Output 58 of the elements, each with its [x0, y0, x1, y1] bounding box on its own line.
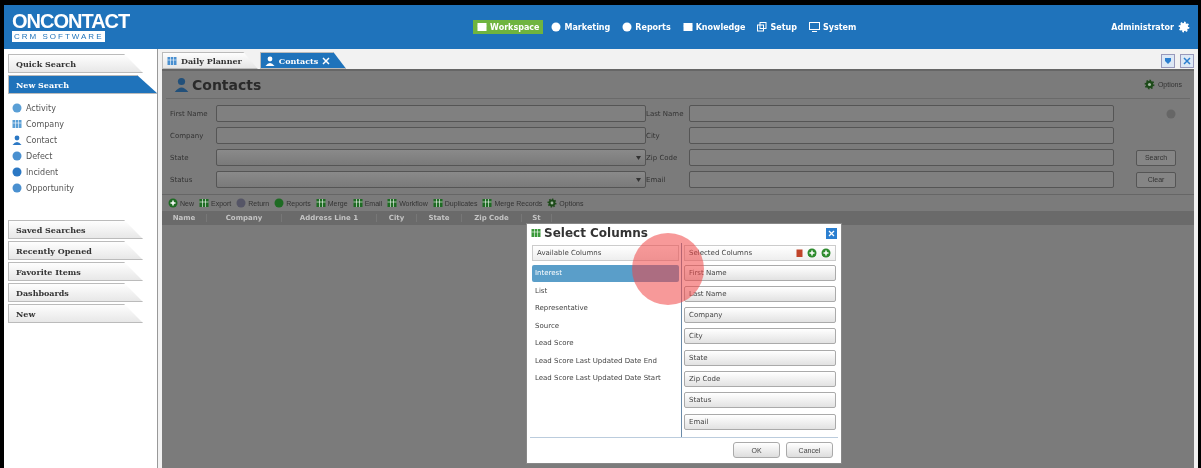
- input-field[interactable]: [689, 171, 1114, 188]
- close-icon: [828, 229, 835, 237]
- trash-icon[interactable]: [796, 248, 803, 258]
- close-button[interactable]: [1180, 53, 1194, 68]
- input-field[interactable]: [689, 105, 1114, 122]
- user-name[interactable]: Administrator: [1111, 22, 1174, 32]
- dropdown-field[interactable]: [216, 149, 646, 166]
- nav-item[interactable]: Knowledge: [678, 20, 750, 34]
- caret-icon: [636, 155, 641, 160]
- sidebar-section[interactable]: Saved Searches: [8, 220, 143, 239]
- sidebar-item[interactable]: Incident: [12, 164, 153, 180]
- close-icon[interactable]: [322, 56, 331, 65]
- nav-item[interactable]: Setup: [753, 20, 801, 34]
- logo-tagline: CRM SOFTWARE: [12, 31, 106, 42]
- sidebar-section[interactable]: Recently Opened: [8, 241, 143, 260]
- monitor-icon: [808, 22, 820, 32]
- add-icon: [168, 198, 178, 208]
- sidebar-item[interactable]: Contact: [12, 132, 153, 148]
- dialog-title: Select Columns: [544, 226, 648, 241]
- person-icon: [264, 55, 275, 66]
- person-icon: [12, 135, 22, 145]
- close-button[interactable]: [826, 227, 837, 239]
- settings-icon: [547, 198, 558, 208]
- sidebar-item[interactable]: Defect: [12, 148, 153, 164]
- tab[interactable]: Contacts: [259, 52, 347, 69]
- sidebar-item[interactable]: Opportunity: [12, 180, 153, 196]
- settings-icon: [1143, 79, 1155, 90]
- sidebar-item[interactable]: Company: [12, 116, 153, 132]
- settings-icon: [1178, 21, 1190, 33]
- tab[interactable]: Daily Planner: [162, 52, 258, 69]
- windows-icon: [757, 22, 768, 32]
- nav-item[interactable]: Reports: [618, 20, 675, 34]
- dropdown-field[interactable]: [216, 171, 646, 188]
- shield-icon: [1164, 56, 1172, 65]
- caret-icon: [636, 177, 641, 182]
- logo-name: ONCONTACT: [12, 12, 131, 31]
- person-icon: [174, 77, 189, 92]
- grid-icon: [199, 198, 209, 208]
- sidebar-section[interactable]: Dashboards: [8, 283, 143, 302]
- nav-item[interactable]: Workspace: [473, 20, 544, 34]
- columns-icon: [531, 228, 541, 239]
- sidebar-item[interactable]: Activity: [12, 100, 153, 116]
- sidebar-section[interactable]: New Search: [8, 75, 158, 94]
- minimize-button[interactable]: [1161, 53, 1175, 68]
- nav-item[interactable]: Marketing: [547, 20, 615, 34]
- input-field[interactable]: [689, 149, 1114, 166]
- sidebar-section[interactable]: Favorite Items: [8, 262, 143, 281]
- close-icon: [1183, 56, 1191, 65]
- input-field[interactable]: [216, 127, 646, 144]
- nav-item[interactable]: System: [804, 20, 861, 34]
- panel-title: Contacts: [192, 76, 262, 93]
- input-field[interactable]: [689, 127, 1114, 144]
- move-down-icon: [821, 247, 831, 258]
- sidebar-section[interactable]: Quick Search: [8, 54, 143, 73]
- sidebar-section[interactable]: New: [8, 304, 143, 323]
- calendar-icon: [167, 55, 177, 66]
- input-field[interactable]: [216, 105, 646, 122]
- move-up-icon: [807, 247, 817, 258]
